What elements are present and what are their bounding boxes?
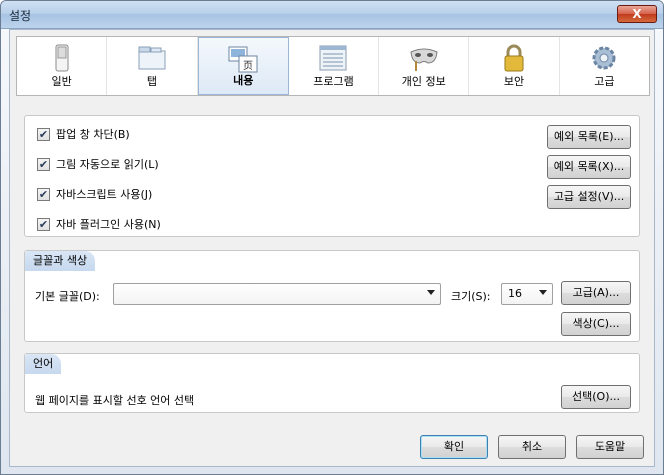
languages-section-title: 언어 [25,354,62,374]
preferences-toolbar: 일반 탭 页 내용 프로그램 개인 정보 보안 고급 [16,36,650,96]
popup-exceptions-button[interactable]: 예외 목록(E)... [547,125,631,149]
content-icon: 页 [228,46,258,73]
tab-content[interactable]: 页 내용 [197,37,289,95]
javascript-advanced-button[interactable]: 고급 설정(V)... [547,185,631,209]
window-title: 설정 [9,9,32,23]
mask-icon [410,48,438,71]
colors-button[interactable]: 색상(C)... [561,312,631,336]
chevron-down-icon [427,290,435,295]
languages-box: 언어 웹 페이지를 표시할 선호 언어 선택 선택(O)... [24,353,640,413]
tab-privacy-label: 개인 정보 [401,75,446,88]
font-size-label: 크기(S): [451,290,491,303]
cancel-button[interactable]: 취소 [498,435,566,459]
java-label: 자바 플러그인 사용(N) [56,218,161,231]
popup-block-option[interactable]: ✔ 팝업 창 차단(B) [37,126,130,142]
javascript-label: 자바스크립트 사용(J) [56,188,153,201]
svg-text:页: 页 [243,60,253,72]
javascript-option[interactable]: ✔ 자바스크립트 사용(J) [37,186,152,202]
font-size-value: 16 [508,287,522,300]
fonts-section-title: 글꼴과 색상 [25,251,96,271]
lock-icon [504,44,524,72]
fonts-colors-box: 글꼴과 색상 기본 글꼴(D): 크기(S): 16 고급(A)... 색상(C… [24,250,640,342]
java-checkbox[interactable]: ✔ [37,217,50,231]
popup-block-label: 팝업 창 차단(B) [56,128,130,141]
choose-languages-button[interactable]: 선택(O)... [561,385,631,409]
default-font-select[interactable] [113,283,441,305]
gear-icon [592,46,616,70]
tab-applications-label: 프로그램 [313,75,354,88]
tab-content-label: 내용 [233,74,254,87]
chevron-down-icon [539,290,547,295]
javascript-checkbox[interactable]: ✔ [37,187,50,201]
load-images-option[interactable]: ✔ 그림 자동으로 읽기(L) [37,156,159,172]
languages-description: 웹 페이지를 표시할 선호 언어 선택 [35,394,195,407]
dialog-body: 일반 탭 页 내용 프로그램 개인 정보 보안 고급 ✔ 팝업 창 차단(B) … [9,29,655,467]
tab-applications[interactable]: 프로그램 [289,37,380,95]
tab-general[interactable]: 일반 [17,37,108,95]
load-images-checkbox[interactable]: ✔ [37,157,50,171]
tab-tabs[interactable]: 탭 [107,37,198,95]
ok-button[interactable]: 확인 [420,435,488,459]
tabs-icon [138,46,166,70]
close-button[interactable]: X [617,5,657,23]
tab-advanced[interactable]: 고급 [560,37,649,95]
preferences-window: 설정 X 일반 탭 页 내용 프로그램 개인 정보 보안 고급 ✔ 팝업 창 차… [0,0,664,475]
tab-general-label: 일반 [51,75,72,88]
applications-icon [319,45,347,71]
tab-security-label: 보안 [503,75,525,88]
image-exceptions-button[interactable]: 예외 목록(X)... [547,155,631,179]
tab-tabs-label: 탭 [146,75,157,88]
help-button[interactable]: 도움말 [576,435,644,459]
java-option[interactable]: ✔ 자바 플러그인 사용(N) [37,216,161,232]
tab-advanced-label: 고급 [594,75,615,88]
tab-security[interactable]: 보안 [469,37,560,95]
switch-icon [55,44,69,72]
font-size-select[interactable]: 16 [501,283,553,305]
default-font-label: 기본 글꼴(D): [35,290,100,303]
fonts-advanced-button[interactable]: 고급(A)... [561,281,631,305]
load-images-label: 그림 자동으로 읽기(L) [56,158,159,171]
content-options-box: ✔ 팝업 창 차단(B) ✔ 그림 자동으로 읽기(L) ✔ 자바스크립트 사용… [24,115,640,237]
popup-block-checkbox[interactable]: ✔ [37,127,50,141]
title-bar[interactable]: 설정 X [1,1,663,29]
tab-privacy[interactable]: 개인 정보 [379,37,470,95]
